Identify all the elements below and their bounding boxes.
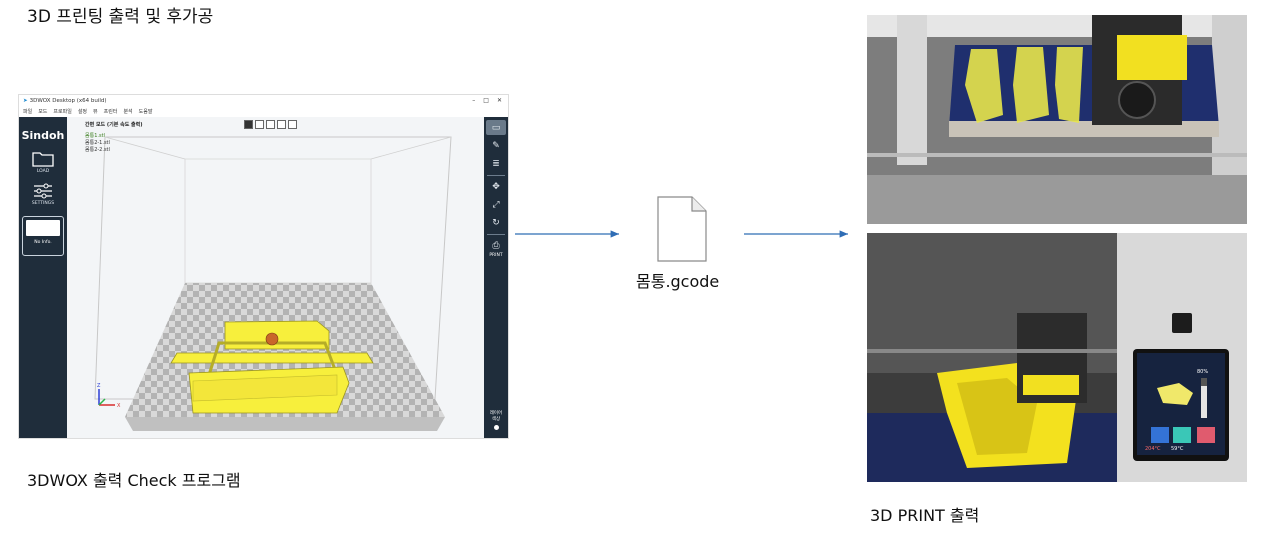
printer-printing-illustration [867, 233, 1247, 482]
lcd-nozzle-temp: 204°C [1145, 446, 1161, 452]
gcode-file-icon [657, 196, 707, 262]
printer-photo-top [867, 15, 1247, 224]
print-bed-illustration [867, 15, 1247, 224]
printer-photo-bottom: 80% 204°C 59°C [867, 233, 1247, 482]
lcd-bed-temp: 59°C [1171, 446, 1184, 452]
caption-print: 3D PRINT 출력 [870, 506, 980, 525]
gcode-file-name: 몸통.gcode [636, 272, 720, 291]
lcd-progress-label: 80% [1197, 369, 1209, 375]
lcd-progress-fill [1201, 386, 1207, 418]
